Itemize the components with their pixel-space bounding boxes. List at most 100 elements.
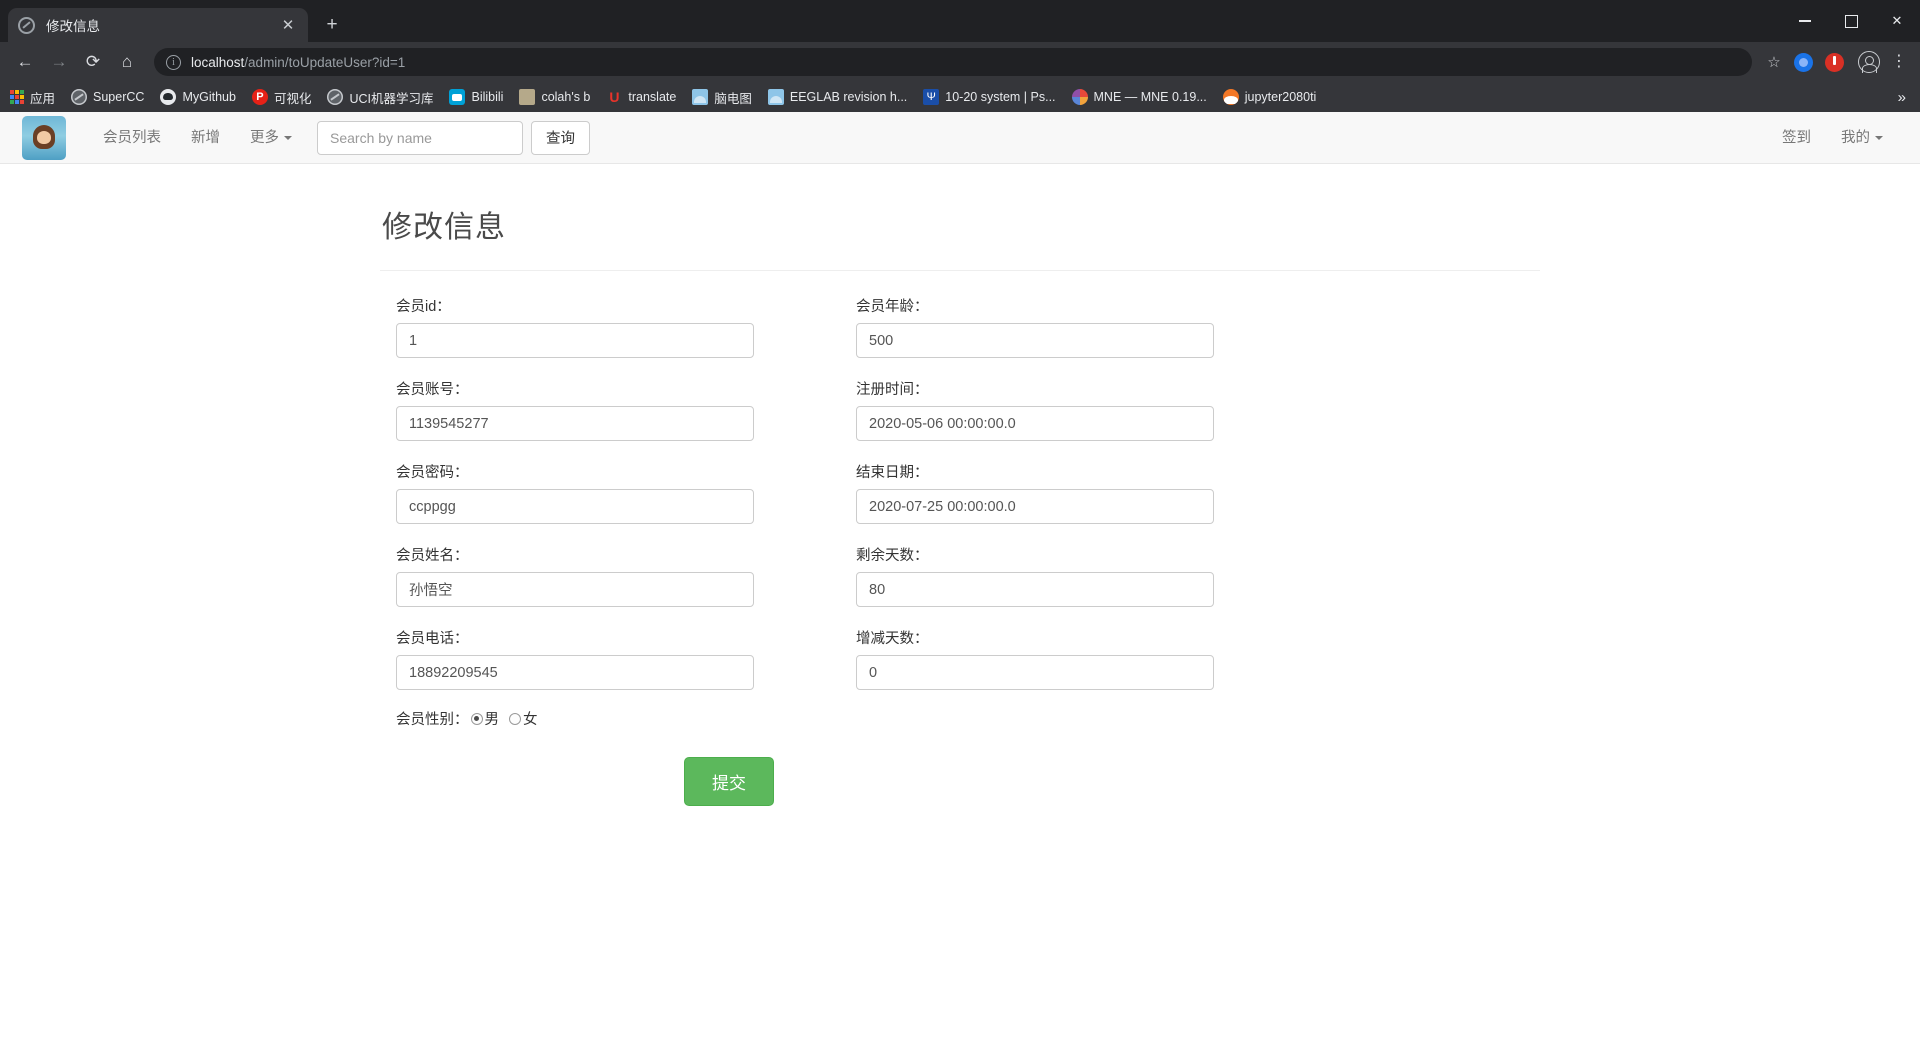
- bookmark-label: UCI机器学习库: [349, 91, 434, 106]
- u-letter-icon: U: [609, 89, 620, 105]
- member-phone-input[interactable]: [396, 655, 754, 690]
- site-info-icon[interactable]: i: [166, 54, 181, 70]
- bookmark-1020-system[interactable]: Ψ 10-20 system | Ps...: [923, 89, 1056, 105]
- remaining-days-input[interactable]: [856, 572, 1214, 607]
- bookmark-apps[interactable]: 应用: [10, 88, 55, 107]
- column-spacer: [754, 295, 856, 378]
- new-tab-button[interactable]: +: [318, 11, 346, 39]
- field-label: 会员姓名：: [396, 548, 469, 564]
- end-date-input[interactable]: [856, 489, 1214, 524]
- member-age-input[interactable]: [856, 323, 1214, 358]
- psy-icon: Ψ: [923, 89, 940, 105]
- nav-link-member-list[interactable]: 会员列表: [88, 112, 176, 164]
- nav-link-label: 我的: [1841, 129, 1870, 146]
- bookmark-label: colah's b: [541, 90, 591, 104]
- column-spacer: [754, 461, 856, 544]
- gender-label: 会员性别：: [396, 712, 469, 728]
- bookmark-star-icon[interactable]: ☆: [1760, 53, 1788, 71]
- tab-strip: 修改信息 ✕ + ✕: [0, 0, 1920, 42]
- bookmark-label: MyGithub: [182, 90, 236, 104]
- search-button[interactable]: 查询: [531, 120, 590, 155]
- bookmark-visualization[interactable]: P 可视化: [251, 88, 311, 107]
- bookmark-label: translate: [628, 90, 677, 104]
- bookmark-jupyter[interactable]: jupyter2080ti: [1222, 89, 1317, 105]
- field-label: 结束日期：: [856, 465, 929, 481]
- bookmark-mne[interactable]: MNE — MNE 0.19...: [1071, 89, 1207, 105]
- gender-option-male[interactable]: 男: [470, 708, 508, 729]
- extension-blue-icon[interactable]: [1794, 52, 1813, 72]
- url-host: localhost: [191, 54, 245, 70]
- bookmark-label: 10-20 system | Ps...: [945, 90, 1056, 104]
- bookmark-colah[interactable]: colah's b: [519, 89, 590, 105]
- adjust-days-input[interactable]: [856, 655, 1214, 690]
- chevron-down-icon: [1875, 135, 1883, 140]
- nav-link-checkin[interactable]: 签到: [1767, 112, 1826, 164]
- field-label: 剩余天数：: [856, 548, 929, 564]
- field-group-member-password: 会员密码：: [396, 461, 754, 524]
- bookmarks-overflow-icon[interactable]: »: [1898, 89, 1910, 106]
- bookmark-label: jupyter2080ti: [1244, 90, 1317, 104]
- gender-option-female[interactable]: 女: [509, 708, 546, 729]
- submit-row: 提交: [380, 757, 1540, 806]
- chevron-down-icon: [284, 135, 292, 140]
- field-label: 注册时间：: [856, 382, 929, 398]
- window-close-icon[interactable]: ✕: [1874, 0, 1920, 42]
- p-letter-icon: P: [251, 89, 268, 105]
- field-label: 会员年龄：: [856, 299, 929, 315]
- bookmark-label: 脑电图: [714, 91, 752, 106]
- bookmark-translate[interactable]: U translate: [606, 89, 676, 105]
- radio-female-icon[interactable]: [509, 712, 521, 725]
- thumbnail-icon: [519, 89, 536, 105]
- browser-toolbar: ← → ⟳ ⌂ i localhost/admin/toUpdateUser?i…: [0, 42, 1920, 82]
- bookmark-supercc[interactable]: SuperCC: [71, 89, 144, 105]
- submit-button[interactable]: 提交: [684, 757, 774, 806]
- field-label: 会员密码：: [396, 465, 469, 481]
- back-icon[interactable]: ←: [10, 47, 40, 77]
- field-group-member-phone: 会员电话：: [396, 627, 754, 690]
- bookmark-label: MNE — MNE 0.19...: [1093, 90, 1207, 104]
- site-logo[interactable]: [22, 115, 66, 160]
- bookmark-eeg[interactable]: 脑电图: [692, 88, 752, 107]
- address-bar[interactable]: i localhost/admin/toUpdateUser?id=1: [154, 48, 1752, 76]
- window-maximize-icon[interactable]: [1828, 0, 1874, 42]
- member-id-input[interactable]: [396, 323, 754, 358]
- bookmark-bilibili[interactable]: Bilibili: [449, 89, 503, 105]
- forward-icon[interactable]: →: [44, 47, 74, 77]
- bookmark-mygithub[interactable]: MyGithub: [160, 89, 236, 105]
- bookmark-label: Bilibili: [471, 90, 504, 104]
- nav-link-label: 新增: [191, 129, 220, 146]
- mne-icon: [1071, 89, 1088, 105]
- member-password-input[interactable]: [396, 489, 754, 524]
- member-name-input[interactable]: [396, 572, 754, 607]
- profile-avatar-icon[interactable]: [1858, 51, 1880, 73]
- browser-window: 修改信息 ✕ + ✕ ← → ⟳ ⌂ i localhost/admin/toU…: [0, 0, 1920, 1042]
- window-controls: ✕: [1782, 0, 1920, 42]
- nav-link-mine[interactable]: 我的: [1826, 112, 1898, 164]
- field-group-adjust-days: 增减天数：: [856, 627, 1214, 690]
- member-account-input[interactable]: [396, 406, 754, 441]
- address-bar-url: localhost/admin/toUpdateUser?id=1: [191, 55, 405, 70]
- bookmark-eeglab[interactable]: EEGLAB revision h...: [767, 89, 907, 105]
- page-container: 修改信息 会员id： 会员年龄： 会员账号：: [380, 164, 1540, 806]
- navbar-links: 会员列表 新增 更多: [88, 112, 307, 164]
- window-minimize-icon[interactable]: [1782, 0, 1828, 42]
- bookmark-uci[interactable]: UCI机器学习库: [327, 88, 433, 107]
- navbar-right: 签到 我的: [1767, 112, 1898, 164]
- tab-close-icon[interactable]: ✕: [278, 15, 298, 35]
- tab-favicon-globe-icon: [18, 16, 35, 34]
- nav-link-more[interactable]: 更多: [235, 112, 307, 164]
- radio-male-icon[interactable]: [470, 712, 483, 725]
- register-time-input[interactable]: [856, 406, 1214, 441]
- search-input[interactable]: [317, 120, 523, 155]
- reload-icon[interactable]: ⟳: [78, 47, 108, 77]
- browser-tab[interactable]: 修改信息 ✕: [8, 8, 308, 42]
- field-group-end-date: 结束日期：: [856, 461, 1214, 524]
- column-spacer: [754, 627, 856, 710]
- nav-link-label: 签到: [1782, 129, 1811, 146]
- page-viewport: 会员列表 新增 更多 查询 签到 我的 修改信息 会员id：: [0, 112, 1920, 1042]
- nav-link-add[interactable]: 新增: [176, 112, 235, 164]
- field-label: 会员电话：: [396, 631, 469, 647]
- browser-menu-icon[interactable]: ⋮: [1888, 54, 1910, 70]
- home-icon[interactable]: ⌂: [112, 47, 142, 77]
- extension-red-icon[interactable]: [1825, 52, 1844, 72]
